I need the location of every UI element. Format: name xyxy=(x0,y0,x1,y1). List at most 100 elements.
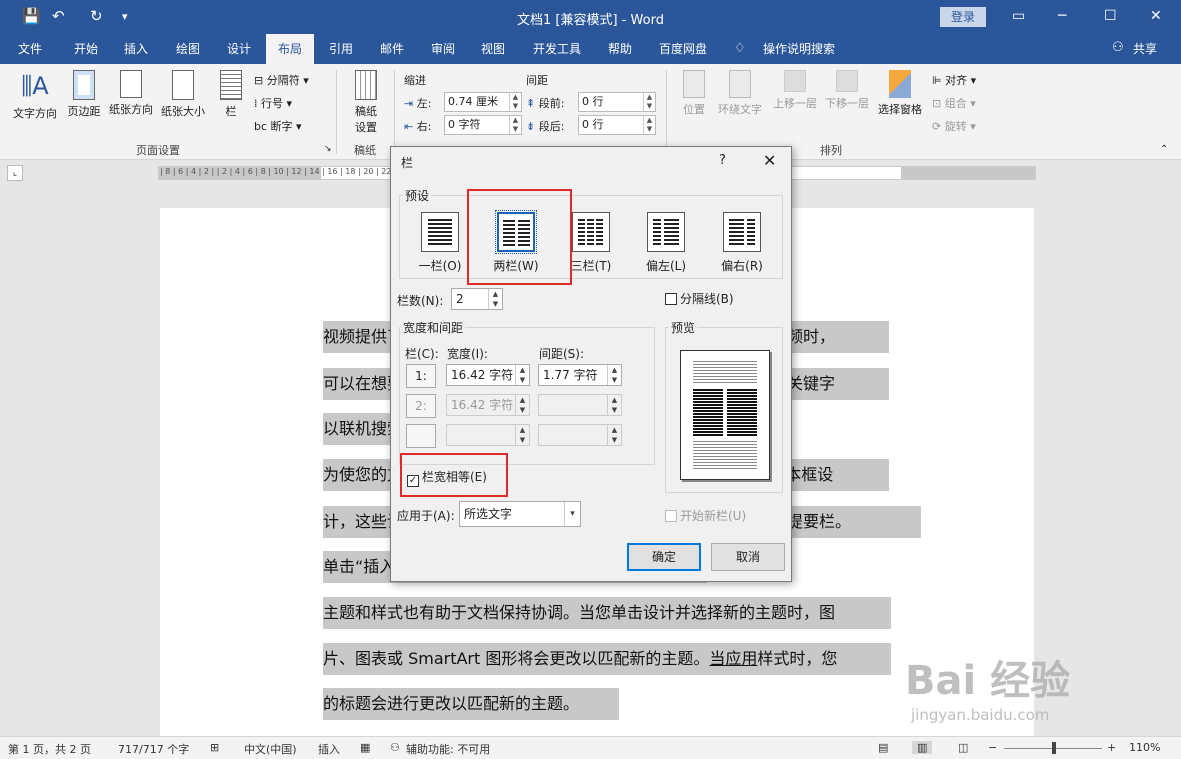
columns-dialog: 栏 ? ✕ 预设 一栏(O) 两栏(W) 三栏(T) 偏左(L) 偏右(R) 栏… xyxy=(390,146,792,582)
rotate-button[interactable]: ⟳ 旋转 ▾ xyxy=(932,118,976,134)
spacing-before-field[interactable]: 0 行 ▲ ▼ xyxy=(578,92,656,112)
language[interactable]: 中文(中国) xyxy=(244,741,297,757)
line-between-checkbox[interactable]: 分隔线(B) xyxy=(665,290,734,307)
tab-draw[interactable]: 绘图 xyxy=(164,34,212,64)
document-line[interactable]: 的标题会进行更改以匹配新的主题。 xyxy=(323,688,619,720)
chevron-down-icon[interactable]: ▾ xyxy=(564,502,580,526)
start-new-column-checkbox[interactable]: 开始新栏(U) xyxy=(665,507,746,524)
spacing-after-field[interactable]: 0 行 ▲ ▼ xyxy=(578,115,656,135)
document-line-text: 样式时，您 xyxy=(757,649,838,668)
tab-help[interactable]: 帮助 xyxy=(598,34,642,64)
group-icon: ⊡ xyxy=(932,97,942,110)
zoom-out-icon[interactable]: − xyxy=(988,741,997,754)
text-direction-button[interactable]: ⫼A 文字方向 xyxy=(8,70,62,121)
start-new-column-box[interactable] xyxy=(665,510,677,522)
wrap-text-button[interactable]: 环绕文字 xyxy=(714,70,766,117)
document-link[interactable]: 当应用 xyxy=(709,649,757,668)
manuscript-settings-button[interactable]: 稿纸 设置 xyxy=(346,70,386,135)
web-layout-icon[interactable]: ◫ xyxy=(958,741,968,754)
macro-icon[interactable]: ▦ xyxy=(360,741,370,754)
indent-left-icon: ⇥ xyxy=(404,97,414,110)
page-setup-launcher-icon[interactable]: ↘ xyxy=(324,144,332,154)
indent-right-field[interactable]: 0 字符 ▲ ▼ xyxy=(444,115,522,135)
tab-layout[interactable]: 布局 xyxy=(266,34,314,64)
line-between-box[interactable] xyxy=(665,293,677,305)
col-3-spacing-field[interactable]: ▲ ▼ xyxy=(538,424,622,446)
indent-left-field[interactable]: 0.74 厘米 ▲ ▼ xyxy=(444,92,522,112)
margins-button[interactable]: 页边距 xyxy=(64,70,104,119)
selection-pane-button[interactable]: 选择窗格 xyxy=(874,70,926,117)
tab-home[interactable]: 开始 xyxy=(62,34,110,64)
login-button[interactable]: 登录 xyxy=(940,7,986,27)
position-button[interactable]: 位置 xyxy=(678,70,710,117)
dialog-close-button[interactable]: ✕ xyxy=(763,151,776,170)
num-columns-label: 栏数(N): xyxy=(397,294,444,308)
tab-file[interactable]: 文件 xyxy=(8,34,52,64)
preset-one[interactable]: 一栏(O) xyxy=(417,212,463,274)
bring-forward-button[interactable]: 上移一层 xyxy=(770,70,820,111)
group-button[interactable]: ⊡ 组合 ▾ xyxy=(932,95,976,111)
tab-review[interactable]: 审阅 xyxy=(420,34,466,64)
help-button[interactable]: ? xyxy=(719,153,726,168)
col-2-spacing-field[interactable]: ▲ ▼ xyxy=(538,394,622,416)
tab-view[interactable]: 视图 xyxy=(470,34,516,64)
align-button[interactable]: ⊫ 对齐 ▾ xyxy=(932,72,976,88)
document-line[interactable]: 片、图表或 SmartArt 图形将会更改以匹配新的主题。当应用样式时，您 xyxy=(323,643,891,675)
proofing-icon[interactable]: ⊞ xyxy=(210,741,219,754)
col-3-width-field[interactable]: ▲ ▼ xyxy=(446,424,530,446)
orientation-button[interactable]: 纸张方向 xyxy=(106,70,156,117)
maximize-icon[interactable]: ☐ xyxy=(1104,8,1117,24)
breaks-button[interactable]: ⊟ 分隔符 ▾ xyxy=(254,72,309,88)
minimize-icon[interactable]: ─ xyxy=(1058,8,1066,24)
num-columns-field[interactable]: 2 ▲ ▼ xyxy=(451,288,503,310)
columns-button[interactable]: 栏 xyxy=(216,70,246,119)
preset-three[interactable]: 三栏(T) xyxy=(568,212,614,274)
zoom-level[interactable]: 110% xyxy=(1129,741,1160,754)
zoom-slider-thumb[interactable] xyxy=(1052,742,1056,754)
width-header: 宽度(I): xyxy=(447,347,488,361)
zoom-in-icon[interactable]: + xyxy=(1107,741,1116,754)
lightbulb-icon: ♢ xyxy=(734,41,746,56)
tab-developer[interactable]: 开发工具 xyxy=(524,34,590,64)
print-layout-icon[interactable]: ▥ xyxy=(912,741,933,754)
accessibility-status[interactable]: 辅助功能: 不可用 xyxy=(406,741,490,757)
tab-mailings[interactable]: 邮件 xyxy=(368,34,416,64)
size-label: 纸张大小 xyxy=(161,105,205,118)
line-numbers-label: 行号 xyxy=(261,97,283,110)
tab-insert[interactable]: 插入 xyxy=(114,34,158,64)
tab-design[interactable]: 设计 xyxy=(216,34,262,64)
wrap-text-icon xyxy=(729,70,751,98)
tab-baidu-netdisk[interactable]: 百度网盘 xyxy=(650,34,716,64)
hyphenation-button[interactable]: bc 断字 ▾ xyxy=(254,118,302,134)
tab-selector[interactable]: ⌞ xyxy=(7,165,23,181)
col-1-width-field[interactable]: 16.42 字符 ▲ ▼ xyxy=(446,364,530,386)
col-1-spacing-field[interactable]: 1.77 字符 ▲ ▼ xyxy=(538,364,622,386)
apply-to-select[interactable]: 所选文字 ▾ xyxy=(459,501,581,527)
col-2-width-field[interactable]: 16.42 字符 ▲ ▼ xyxy=(446,394,530,416)
text-direction-icon: ⫼A xyxy=(21,72,49,100)
read-mode-icon[interactable]: ▤ xyxy=(878,741,888,754)
width-spacing-label: 宽度和间距 xyxy=(401,319,466,336)
spacing-after-label: ⇟ 段后: xyxy=(526,120,565,133)
page-count[interactable]: 第 1 页，共 2 页 xyxy=(8,741,91,757)
preset-left[interactable]: 偏左(L) xyxy=(643,212,689,274)
columns-label: 栏 xyxy=(225,105,237,118)
send-backward-button[interactable]: 下移一层 xyxy=(822,70,872,111)
line-numbers-button[interactable]: ⁞ 行号 ▾ xyxy=(254,95,292,111)
cancel-button[interactable]: 取消 xyxy=(711,543,785,571)
insert-mode[interactable]: 插入 xyxy=(318,741,340,757)
indent-right-icon: ⇤ xyxy=(404,120,414,133)
share-button[interactable]: 共享 xyxy=(1128,34,1162,64)
ok-button[interactable]: 确定 xyxy=(627,543,701,571)
ribbon-display-icon[interactable]: ▭ xyxy=(1012,8,1025,24)
document-line[interactable]: 主题和样式也有助于文档保持协调。当您单击设计并选择新的主题时，图 xyxy=(323,597,891,629)
word-count[interactable]: 717/717 个字 xyxy=(118,741,189,757)
preset-right[interactable]: 偏右(R) xyxy=(719,212,765,274)
collapse-ribbon-icon[interactable]: ⌃ xyxy=(1160,144,1168,155)
size-button[interactable]: 纸张大小 xyxy=(158,70,208,119)
close-window-icon[interactable]: ✕ xyxy=(1150,8,1162,24)
annotation-highlight-preset xyxy=(467,189,572,285)
selection-pane-icon xyxy=(889,70,911,98)
tab-references[interactable]: 引用 xyxy=(318,34,364,64)
tell-me-search[interactable]: 操作说明搜索 xyxy=(756,34,842,64)
